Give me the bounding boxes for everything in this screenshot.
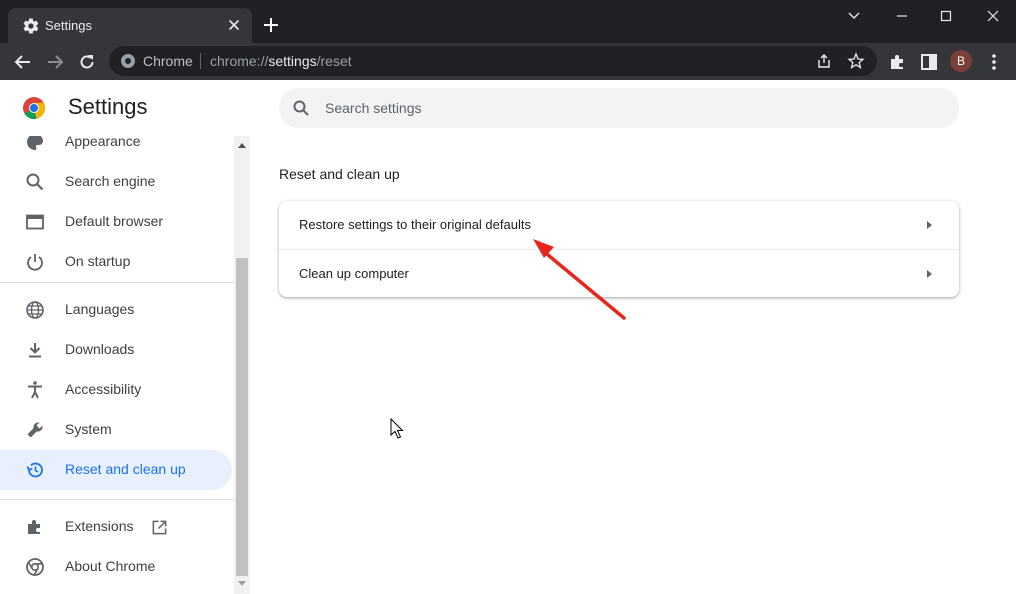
scrollbar-thumb[interactable] <box>236 258 248 576</box>
sidebar-item-reset-and-clean-up[interactable]: Reset and clean up <box>0 450 232 490</box>
sidebar-item-label: Appearance <box>65 136 141 149</box>
forward-arrow-icon[interactable] <box>45 52 65 72</box>
search-icon <box>293 100 309 116</box>
sidebar-scrollbar[interactable] <box>234 136 250 594</box>
chrome-site-icon <box>121 54 135 68</box>
restore-defaults-row[interactable]: Restore settings to their original defau… <box>279 201 959 249</box>
site-label: Chrome <box>143 53 193 69</box>
settings-page: Settings Appearance Search engine <box>0 80 1016 594</box>
browser-toolbar: Chrome chrome://settings/reset B <box>0 43 1016 80</box>
extensions-puzzle-icon[interactable] <box>888 52 908 72</box>
download-icon <box>29 343 41 358</box>
sidebar-item-appearance[interactable]: Appearance <box>0 136 232 162</box>
power-icon <box>27 254 43 271</box>
palette-icon <box>27 136 43 150</box>
row-label: Restore settings to their original defau… <box>299 217 531 232</box>
sidebar-item-label: Search engine <box>65 173 156 189</box>
mouse-cursor-icon <box>390 418 404 439</box>
back-arrow-icon[interactable] <box>13 52 33 72</box>
address-separator <box>200 53 201 69</box>
sidebar-item-label: Languages <box>65 301 135 317</box>
close-window-icon[interactable] <box>981 6 1005 26</box>
page-title: Settings <box>68 94 148 119</box>
sidebar-item-label: Reset and clean up <box>65 461 186 477</box>
sidebar-item-default-browser[interactable]: Default browser <box>0 202 232 242</box>
url-scheme: chrome:// <box>210 53 269 69</box>
sidebar-item-accessibility[interactable]: Accessibility <box>0 370 232 410</box>
sidebar-item-label: About Chrome <box>65 558 156 574</box>
close-tab-icon[interactable] <box>226 17 242 33</box>
share-icon[interactable] <box>815 52 833 70</box>
chrome-logo-icon <box>23 97 45 119</box>
url-host: settings <box>268 53 317 69</box>
new-tab-icon[interactable] <box>262 16 280 34</box>
profile-avatar[interactable]: B <box>950 50 972 72</box>
sidebar-divider <box>0 499 234 500</box>
chrome-icon <box>26 558 44 576</box>
search-icon <box>26 173 44 191</box>
arrow-right-icon <box>927 270 932 278</box>
sidebar-nav: Appearance Search engine Default browser… <box>0 136 250 594</box>
sidebar-item-search-engine[interactable]: Search engine <box>0 162 232 202</box>
bookmark-star-icon[interactable] <box>847 52 865 70</box>
clean-up-computer-row[interactable]: Clean up computer <box>279 249 959 298</box>
side-panel-icon[interactable] <box>919 52 939 72</box>
accessibility-icon <box>28 381 42 399</box>
reload-icon[interactable] <box>77 52 97 72</box>
sidebar-item-about-chrome[interactable]: About Chrome <box>0 547 232 587</box>
section-title: Reset and clean up <box>279 166 400 182</box>
title-bar: Settings <box>0 0 1016 43</box>
sidebar-item-label: Downloads <box>65 341 135 357</box>
puzzle-icon <box>28 520 40 534</box>
tab-settings[interactable]: Settings <box>8 8 252 43</box>
maximize-icon[interactable] <box>934 6 958 26</box>
tab-search-chevron-icon[interactable] <box>842 6 866 26</box>
sidebar-item-label: System <box>65 421 112 437</box>
search-box[interactable] <box>279 88 959 128</box>
address-bar[interactable]: Chrome chrome://settings/reset <box>109 46 877 76</box>
arrow-right-icon <box>927 221 932 229</box>
more-menu-icon[interactable] <box>984 52 1004 72</box>
sidebar-divider <box>0 282 234 283</box>
sidebar-item-extensions[interactable]: Extensions <box>0 507 232 547</box>
wrench-icon <box>27 422 43 438</box>
gear-icon <box>23 18 39 34</box>
restore-icon <box>26 462 43 478</box>
tab-title: Settings <box>45 18 92 33</box>
browser-window-icon <box>26 214 44 230</box>
sidebar-item-label: On startup <box>65 253 131 269</box>
minimize-icon[interactable] <box>890 6 914 26</box>
reset-card: Restore settings to their original defau… <box>279 201 959 297</box>
sidebar-item-system[interactable]: System <box>0 410 232 450</box>
sidebar-item-languages[interactable]: Languages <box>0 290 232 330</box>
sidebar-item-label: Default browser <box>65 213 164 229</box>
sidebar-item-label: Accessibility <box>65 381 142 397</box>
globe-icon <box>26 301 44 319</box>
scroll-down-icon[interactable] <box>237 580 247 588</box>
sidebar-item-on-startup[interactable]: On startup <box>0 242 232 282</box>
row-label: Clean up computer <box>299 266 409 281</box>
url-text[interactable]: chrome://settings/reset <box>210 53 352 69</box>
sidebar-item-label: Extensions <box>65 518 134 534</box>
sidebar-item-downloads[interactable]: Downloads <box>0 330 232 370</box>
url-path: /reset <box>316 53 352 69</box>
scroll-up-icon[interactable] <box>237 141 247 149</box>
search-input[interactable] <box>325 88 925 128</box>
external-link-icon <box>152 520 167 535</box>
